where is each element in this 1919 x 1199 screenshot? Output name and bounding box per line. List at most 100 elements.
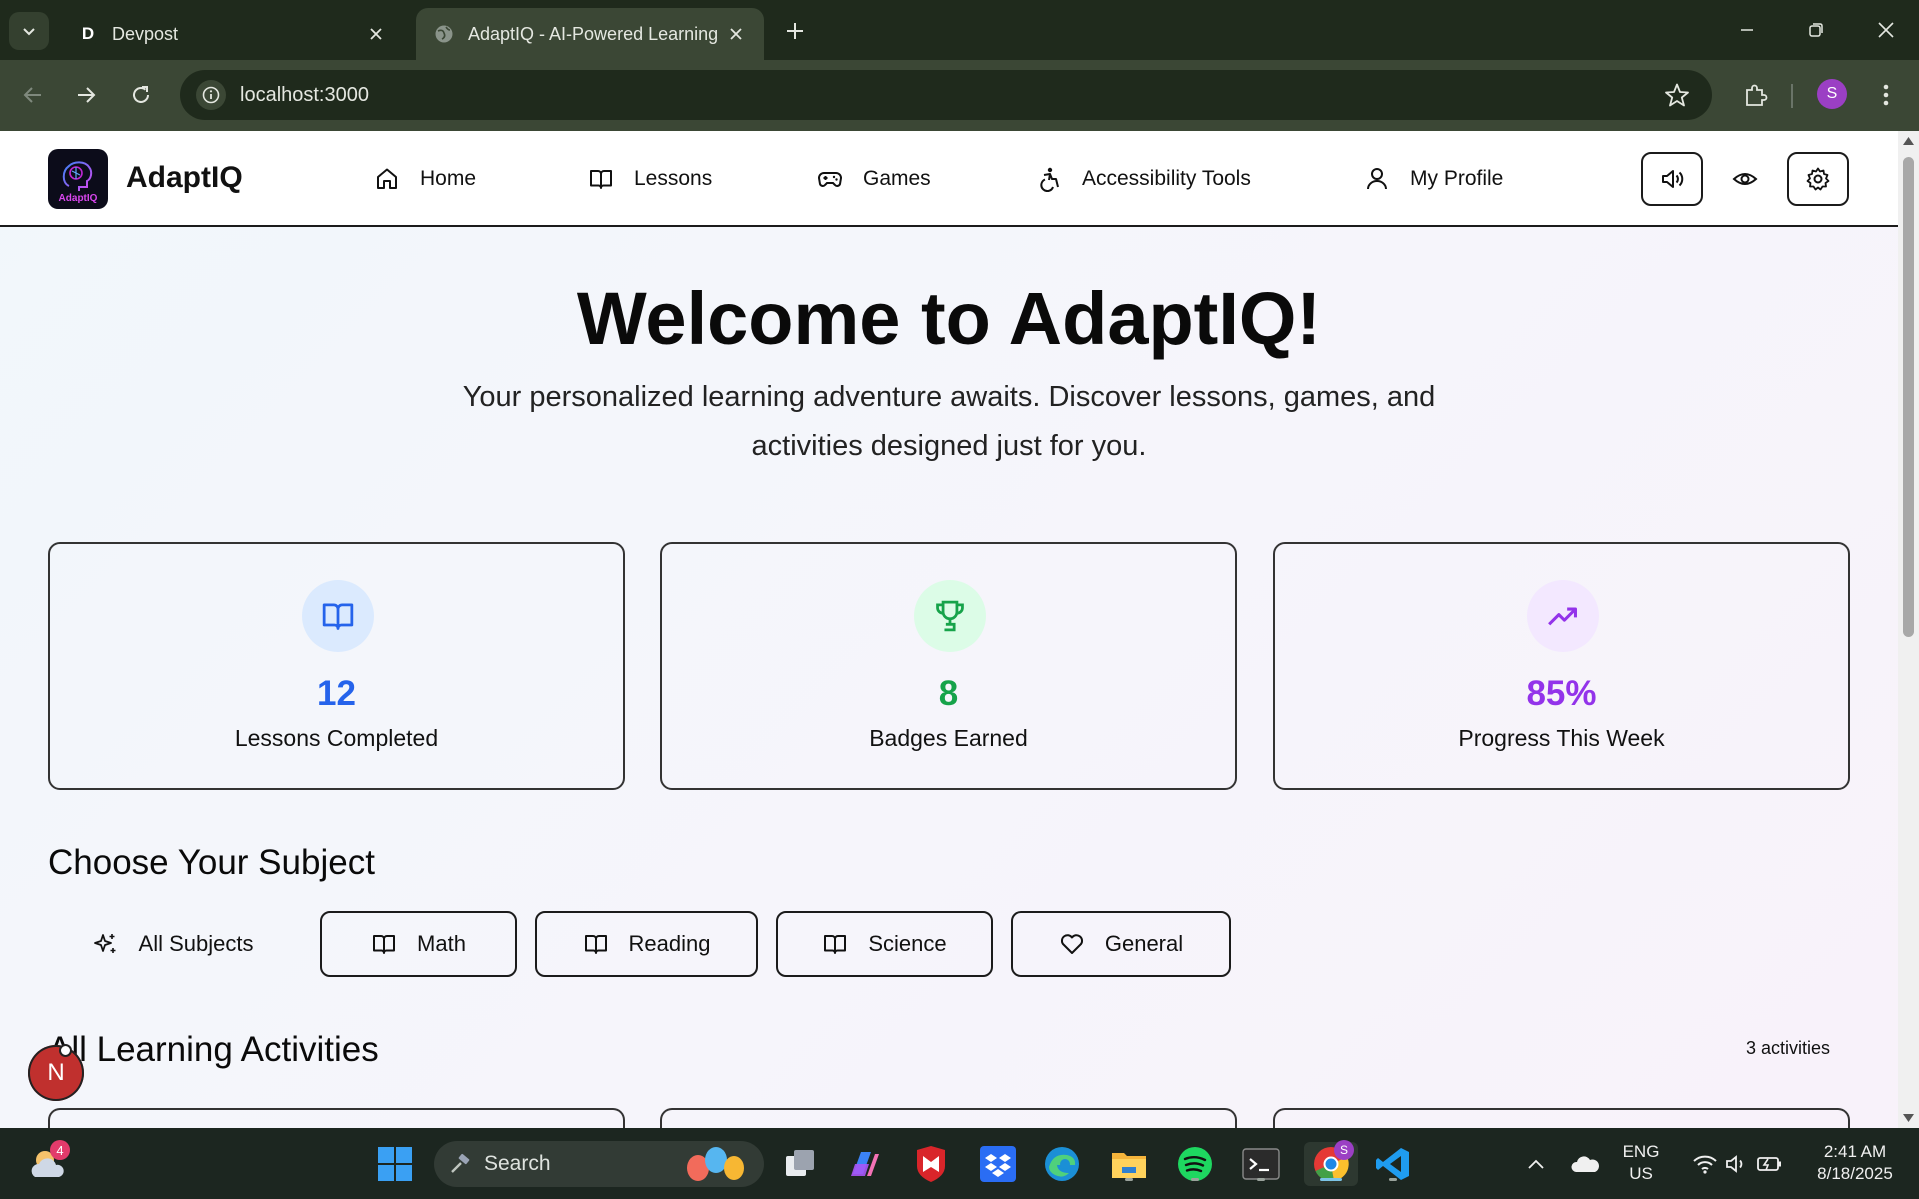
tab-search-button[interactable] [9,12,49,50]
close-window-button[interactable] [1861,12,1911,48]
tab-devpost[interactable]: D Devpost [60,8,404,60]
taskbar-search[interactable]: Search [434,1141,764,1187]
book-icon [590,170,612,189]
nav-my-profile[interactable]: My Profile [1364,155,1503,203]
dropbox-app[interactable] [976,1142,1020,1186]
scroll-down-icon[interactable] [1902,1113,1915,1123]
visibility-toggle-button[interactable] [1714,152,1776,206]
address-bar[interactable]: localhost:3000 [180,70,1712,120]
activity-card[interactable] [48,1108,625,1128]
folder-icon [1112,1153,1146,1178]
subject-all[interactable]: All Subjects [78,911,268,977]
notifications-button[interactable]: N [28,1044,84,1101]
reload-button[interactable] [121,75,161,115]
subject-reading[interactable]: Reading [535,911,758,977]
weather-widget[interactable]: 4 [26,1140,70,1186]
subject-label: Math [417,931,466,956]
volume-icon [1726,1155,1743,1173]
browser-toolbar: localhost:3000 [0,60,1919,131]
restore-button[interactable] [1791,12,1841,48]
quick-settings-button[interactable] [1678,1142,1798,1186]
subject-label: General [1104,931,1184,956]
restore-icon [1809,23,1823,37]
task-view-icon [786,1150,814,1176]
edge-app[interactable] [1040,1142,1084,1186]
nav-games[interactable]: Games [817,155,931,203]
activity-card[interactable] [1273,1108,1850,1128]
gear-icon [1806,167,1830,191]
plus-icon [787,23,803,39]
clock[interactable]: 2:41 AM 8/18/2025 [1800,1141,1910,1185]
profile-avatar[interactable]: S [1817,79,1847,109]
nav-home[interactable]: Home [374,155,476,203]
toolbar-divider [1791,84,1793,108]
scroll-up-icon[interactable] [1902,136,1915,146]
notification-dot [59,1044,72,1057]
nav-label: My Profile [1410,167,1504,190]
adaptiq-logo[interactable]: AdaptIQ [48,149,108,209]
scrollbar-thumb[interactable] [1903,157,1914,637]
running-indicator [1389,1178,1397,1181]
weather-badge: 4 [50,1140,70,1160]
spotify-app[interactable] [1173,1142,1217,1186]
extensions-button[interactable] [1735,75,1775,115]
nav-accessibility-tools[interactable]: Accessibility Tools [1036,155,1251,203]
subject-general[interactable]: General [1011,911,1231,977]
balloons-icon [687,1147,744,1181]
minimize-button[interactable] [1722,12,1772,48]
show-hidden-icons-button[interactable] [1516,1142,1556,1186]
tab-adaptiq[interactable]: AdaptIQ - AI-Powered Learning [416,8,764,60]
sparkles-icon [93,934,116,953]
start-button[interactable] [373,1142,417,1186]
bookmark-star-icon[interactable] [1664,82,1690,113]
subject-label: Science [868,931,947,956]
terminal-app[interactable] [1239,1142,1283,1186]
more-vertical-icon [1883,84,1889,106]
new-tab-button[interactable] [780,16,810,46]
subjects-heading: Choose Your Subject [48,843,375,882]
text-to-speech-button[interactable] [1641,152,1703,206]
accessibility-icon [1040,167,1059,192]
book-icon [373,935,396,954]
hero-title: Welcome to AdaptIQ! [576,277,1322,360]
browser-menu-button[interactable] [1866,75,1906,115]
trophy-icon [914,580,986,652]
close-icon[interactable] [726,24,746,44]
subject-math[interactable]: Math [320,911,517,977]
close-icon[interactable] [366,24,386,44]
user-icon [1367,168,1387,190]
app-header: AdaptIQ AdaptIQ Home Lessons Games Acces… [0,131,1898,227]
copilot-app[interactable] [843,1142,887,1186]
stat-label: Badges Earned [869,725,1028,751]
onedrive-button[interactable] [1565,1142,1605,1186]
activity-card[interactable] [660,1108,1237,1128]
nav-lessons[interactable]: Lessons [588,155,712,203]
file-explorer-app[interactable] [1107,1142,1151,1186]
mcafee-app[interactable] [909,1142,953,1186]
site-info-icon[interactable] [196,80,226,110]
vscode-app[interactable] [1371,1142,1415,1186]
home-icon [377,168,397,189]
devpost-favicon-icon: D [78,24,98,44]
back-button[interactable] [13,75,53,115]
speaker-icon [1662,170,1684,188]
running-indicator [1125,1178,1133,1181]
notifications-initial: N [47,1059,65,1086]
page-scrollbar[interactable] [1898,131,1919,1128]
chrome-app[interactable]: S [1304,1140,1358,1186]
subject-label: All Subjects [138,931,254,956]
task-view-button[interactable] [778,1142,822,1186]
arrow-right-icon [78,87,96,103]
stat-label: Progress This Week [1458,725,1665,751]
language-indicator[interactable]: ENG US [1612,1141,1670,1185]
forward-button[interactable] [66,75,106,115]
mcafee-shield-icon [917,1146,945,1182]
settings-button[interactable] [1787,152,1849,206]
browser-tab-bar: D Devpost AdaptIQ - AI-Powered Learning [0,0,1919,60]
brand-name[interactable]: AdaptIQ [126,161,243,195]
spotify-icon [1178,1147,1212,1181]
search-hammer-icon [451,1153,470,1173]
clock-time: 2:41 AM [1823,1142,1887,1161]
url-text: localhost:3000 [240,83,369,106]
subject-science[interactable]: Science [776,911,993,977]
